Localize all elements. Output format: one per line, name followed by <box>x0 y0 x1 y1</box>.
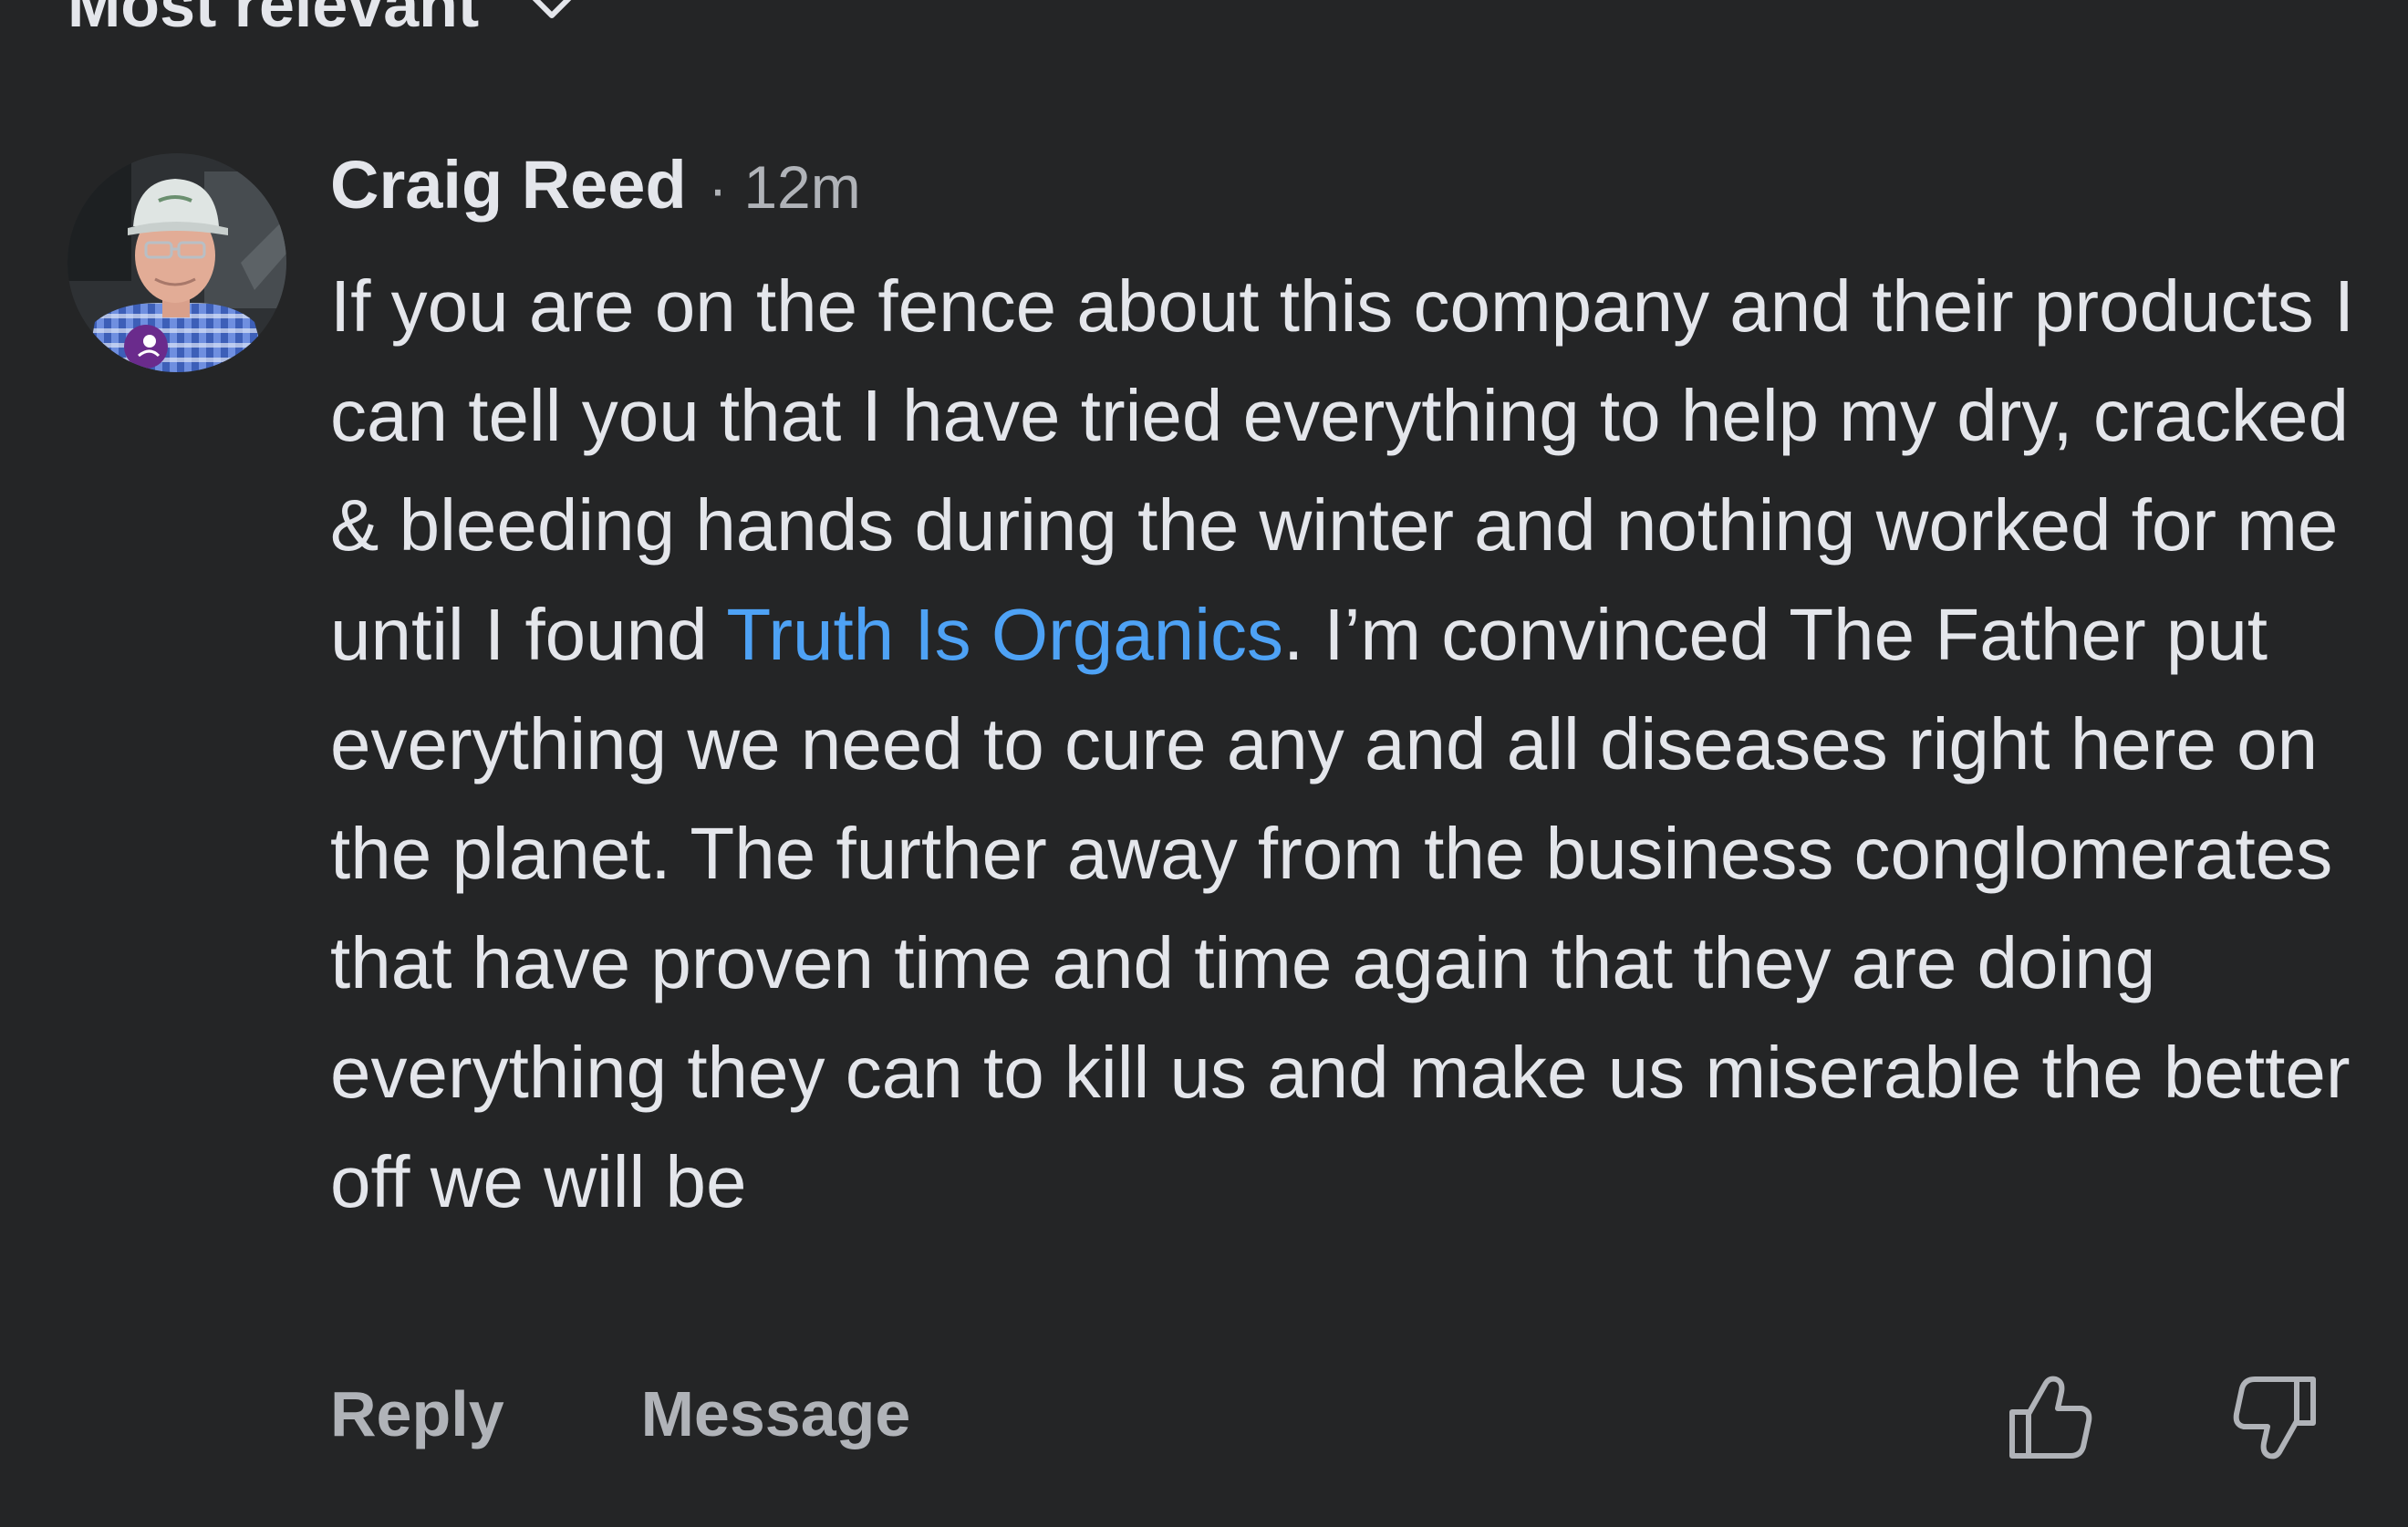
message-button[interactable]: Message <box>641 1377 911 1450</box>
reply-button[interactable]: Reply <box>330 1377 504 1450</box>
comment-header: Craig Reed · 12m <box>330 146 2373 246</box>
sort-label: Most relevant <box>67 0 480 40</box>
comment-text-after: . I’m convinced The Father put everythin… <box>330 594 2351 1222</box>
comments-page: Most relevant Craig Reed · 12m If you ar… <box>0 0 2408 1527</box>
timestamp: 12m <box>743 153 861 221</box>
sort-dropdown[interactable]: Most relevant <box>67 0 581 36</box>
page-mention-link[interactable]: Truth Is Organics <box>726 594 1283 675</box>
comment: Craig Reed · 12m If you are on the fence… <box>330 146 2373 1237</box>
author-name[interactable]: Craig Reed <box>330 146 687 223</box>
thumbs-up-icon[interactable] <box>2005 1372 2096 1463</box>
thumbs-down-icon[interactable] <box>2229 1372 2320 1463</box>
comment-actions: Reply Message <box>330 1377 910 1450</box>
avatar[interactable] <box>67 153 286 372</box>
separator-dot: · <box>708 158 728 221</box>
chevron-down-icon <box>523 0 581 34</box>
comment-text: If you are on the fence about this compa… <box>330 252 2373 1237</box>
